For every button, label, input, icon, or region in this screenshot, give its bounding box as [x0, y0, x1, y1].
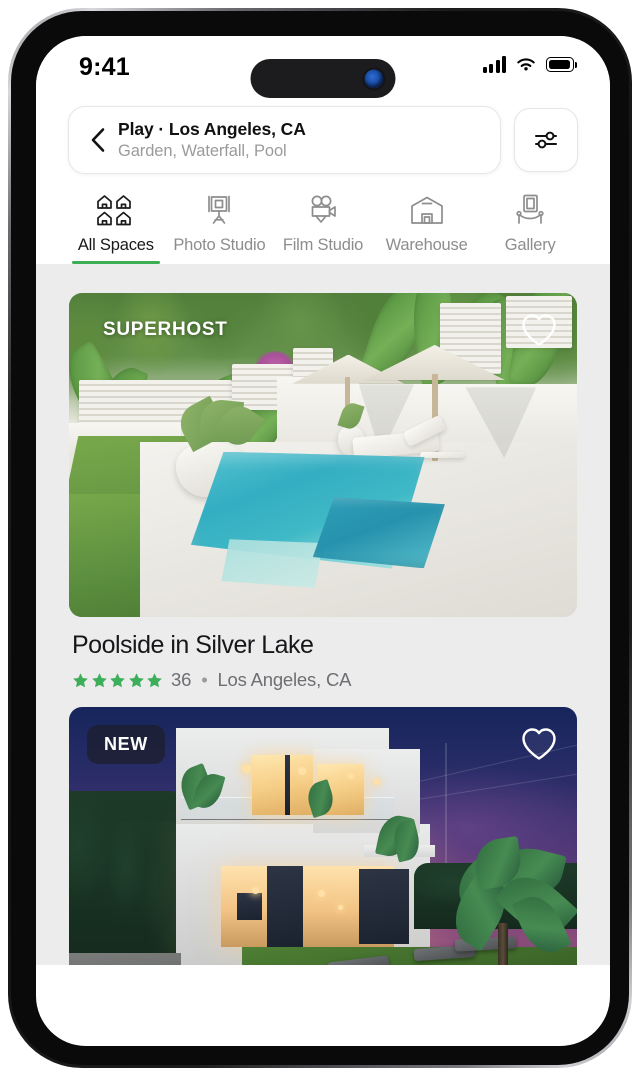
heart-outline-icon — [522, 313, 556, 346]
back-chevron-icon[interactable] — [83, 125, 113, 155]
gallery-frame-icon — [513, 192, 547, 228]
active-tab-indicator — [71, 260, 160, 264]
status-bar: 9:41 — [36, 36, 610, 98]
search-bar-texts: Play · Los Angeles, CA Garden, Waterfall… — [118, 119, 306, 161]
search-title: Play · Los Angeles, CA — [118, 119, 306, 139]
superhost-badge: SUPERHOST — [103, 319, 228, 340]
listing-card[interactable]: SUPERHOST Poolside in Silver Lake 36 • L… — [69, 293, 577, 691]
filter-sliders-icon — [535, 131, 557, 149]
warehouse-icon — [408, 192, 446, 228]
cellular-signal-icon — [482, 56, 506, 73]
tab-label: Gallery — [504, 236, 556, 254]
listing-meta: 36 • Los Angeles, CA — [72, 669, 574, 691]
listing-title: Poolside in Silver Lake — [72, 631, 314, 659]
battery-full-icon — [546, 57, 578, 72]
tab-label: Photo Studio — [173, 236, 266, 254]
dynamic-island — [250, 59, 396, 98]
category-tabs: All Spaces Photo Studio Film Studio Ware… — [36, 174, 610, 265]
status-bar-indicators — [482, 56, 578, 73]
phone-screen: 9:41 Play · Los Angeles, CA Garden, Wate… — [36, 36, 610, 1046]
new-badge: NEW — [87, 725, 165, 764]
wifi-icon — [517, 58, 535, 71]
phone-mockup: 9:41 Play · Los Angeles, CA Garden, Wate… — [0, 0, 644, 1068]
front-camera-icon — [364, 69, 384, 88]
film-camera-icon — [304, 192, 342, 228]
tab-warehouse[interactable]: Warehouse — [375, 192, 479, 264]
tab-label: Film Studio — [282, 236, 364, 254]
tab-label: All Spaces — [77, 236, 154, 254]
phone-bezel: 9:41 Play · Los Angeles, CA Garden, Wate… — [11, 11, 629, 1065]
listing-feed[interactable]: SUPERHOST Poolside in Silver Lake 36 • L… — [36, 265, 610, 965]
phone-frame: 9:41 Play · Los Angeles, CA Garden, Wate… — [8, 8, 632, 1068]
listing-photo-pool[interactable]: SUPERHOST — [69, 293, 577, 617]
tab-film-studio[interactable]: Film Studio — [271, 192, 375, 264]
tab-photo-studio[interactable]: Photo Studio — [168, 192, 272, 264]
houses-grid-icon — [96, 192, 136, 228]
photo-camera-tripod-icon — [201, 192, 237, 228]
listing-card[interactable]: NEW — [69, 707, 577, 965]
tab-label: Warehouse — [385, 236, 468, 254]
listing-photo-villa[interactable]: NEW — [69, 707, 577, 965]
status-bar-time: 9:41 — [79, 53, 130, 81]
heart-outline-icon — [522, 727, 556, 760]
meta-separator: • — [201, 669, 208, 690]
listing-info: Poolside in Silver Lake 36 • Los Angeles… — [69, 617, 577, 691]
photo-illustration — [69, 293, 577, 617]
tabs-divider — [36, 264, 610, 265]
search-header: Play · Los Angeles, CA Garden, Waterfall… — [36, 98, 610, 174]
rating-stars — [72, 672, 163, 689]
filter-button[interactable] — [514, 108, 578, 172]
tab-gallery[interactable]: Gallery — [478, 192, 582, 264]
tab-all-spaces[interactable]: All Spaces — [64, 192, 168, 264]
listing-location: Los Angeles, CA — [217, 669, 352, 690]
review-count: 36 — [171, 669, 192, 690]
search-bar[interactable]: Play · Los Angeles, CA Garden, Waterfall… — [68, 106, 501, 174]
favorite-button[interactable] — [517, 721, 561, 765]
favorite-button[interactable] — [517, 307, 561, 351]
search-subtitle: Garden, Waterfall, Pool — [118, 142, 287, 160]
